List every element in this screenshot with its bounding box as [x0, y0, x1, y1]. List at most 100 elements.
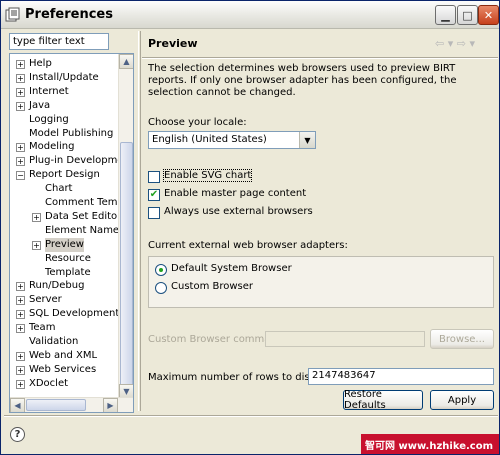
expand-icon[interactable]: + — [32, 212, 41, 222]
expand-icon[interactable]: + — [16, 351, 25, 361]
radio-default-label: Default System Browser — [171, 263, 292, 274]
tree-item[interactable]: + Run/Debug — [10, 279, 118, 293]
scroll-down-icon: ▼ — [123, 387, 130, 396]
tree-item[interactable]: Logging — [10, 113, 118, 127]
filter-input[interactable] — [9, 33, 109, 50]
expand-icon[interactable]: + — [16, 324, 25, 334]
page-description: The selection determines web browsers us… — [148, 63, 457, 98]
tree-item[interactable]: Resource — [10, 252, 118, 266]
collapse-icon[interactable]: − — [16, 171, 25, 181]
expand-icon[interactable]: + — [16, 60, 25, 69]
eclipse-icon — [5, 7, 20, 22]
expand-icon[interactable]: + — [16, 365, 25, 375]
adapters-label: Current external web browser adapters: — [148, 240, 348, 251]
tree-item[interactable]: + Web Services — [10, 363, 118, 377]
locale-value: English (United States) — [152, 134, 267, 145]
minimize-button[interactable]: ▁ — [435, 5, 456, 25]
expand-icon[interactable]: + — [16, 157, 25, 167]
scroll-right-icon: ▶ — [107, 401, 114, 410]
custom-command-input[interactable] — [265, 331, 425, 347]
apply-button[interactable]: Apply — [430, 390, 494, 410]
page-title: Preview — [148, 37, 198, 50]
tree-item[interactable]: Comment Templa — [10, 196, 133, 210]
expand-icon[interactable]: + — [16, 73, 25, 83]
tree-item[interactable]: + Help — [10, 57, 118, 71]
max-rows-input[interactable]: 2147483647 — [308, 368, 494, 385]
tree-horizontal-scrollbar[interactable]: ◀ ▶ — [10, 397, 133, 412]
checkbox-icon[interactable] — [148, 171, 160, 183]
tree-item-label: Modeling — [29, 141, 75, 153]
chevron-down-icon[interactable]: ▼ — [299, 132, 315, 148]
help-icon[interactable]: ? — [10, 427, 25, 442]
history-nav: ⇦ ▾ ⇨ ▾ — [435, 37, 475, 50]
checkbox-icon[interactable] — [148, 207, 160, 219]
max-rows-label: Maximum number of rows to display: — [148, 372, 334, 383]
tree-item[interactable]: + Java — [10, 99, 118, 113]
tree-item[interactable]: + Modeling — [10, 140, 118, 154]
tree-item[interactable]: Element Names — [10, 224, 124, 238]
tree-item[interactable]: Chart — [10, 182, 118, 196]
tree-item-label: Java — [29, 99, 51, 111]
restore-defaults-button[interactable]: Restore Defaults — [343, 389, 423, 411]
pane-sash[interactable] — [138, 31, 141, 411]
tree-item[interactable]: + Team — [10, 321, 118, 335]
locale-select[interactable]: English (United States) ▼ — [148, 131, 316, 149]
tree-item[interactable]: + Internet — [10, 85, 118, 99]
expand-icon[interactable]: + — [16, 379, 25, 389]
tree-item[interactable]: + Install/Update — [10, 71, 118, 85]
enable-master-label: Enable master page content — [164, 188, 307, 199]
radio-custom-label: Custom Browser — [171, 281, 254, 292]
expand-icon[interactable]: + — [16, 143, 25, 153]
expand-icon[interactable]: + — [16, 310, 25, 320]
maximize-button[interactable]: □ — [457, 5, 478, 25]
tree-item-label: Chart — [45, 183, 73, 195]
expand-icon[interactable]: + — [32, 240, 41, 250]
tree-item[interactable]: + XDoclet — [10, 377, 118, 391]
tree-item[interactable]: + Web and XML — [10, 349, 118, 363]
scroll-left-button[interactable]: ◀ — [10, 398, 25, 412]
tree-item[interactable]: + SQL Development — [10, 307, 119, 321]
preferences-window: Preferences ▁ □ ✕ + Help + Install/Update + I… — [0, 0, 500, 455]
tree-vertical-scrollbar[interactable]: ▲ ▼ — [118, 54, 133, 399]
preference-tree: + Help + Install/Update + Internet + Java Loggin… — [9, 53, 134, 413]
tree-item[interactable]: + Data Set Editor — [10, 210, 122, 224]
tree-item-label: Data Set Editor — [45, 210, 122, 222]
expand-icon[interactable]: + — [16, 296, 25, 306]
tree-item[interactable]: + Preview — [10, 237, 118, 252]
tree-item-label: Web and XML — [29, 349, 98, 361]
radio-icon[interactable] — [155, 282, 167, 294]
tree-item-label: Server — [29, 294, 62, 306]
tree-item[interactable]: − Report Design — [10, 168, 118, 182]
tree-item-label: Web Services — [29, 363, 97, 375]
scroll-left-icon: ◀ — [14, 401, 21, 410]
browse-button[interactable]: Browse... — [430, 329, 494, 349]
tree-item-label: Help — [29, 58, 52, 69]
watermark-banner: 智可网 www.hzhike.com — [361, 434, 499, 454]
tree-item[interactable]: + Server — [10, 293, 118, 307]
expand-icon[interactable]: + — [16, 101, 25, 111]
tree-item-label: Model Publishing — [29, 127, 114, 139]
tree-item-label: Preview — [45, 237, 84, 252]
forward-arrow-icon[interactable]: ⇨ ▾ — [457, 37, 475, 50]
radio-icon[interactable] — [155, 264, 167, 276]
checkbox-icon[interactable]: ✔ — [148, 189, 160, 201]
tree-item[interactable]: Validation — [10, 335, 118, 349]
scroll-right-button[interactable]: ▶ — [103, 398, 118, 412]
bottom-divider — [4, 415, 498, 417]
close-button[interactable]: ✕ — [478, 5, 499, 25]
tree-item-label: Internet — [29, 85, 69, 97]
h-scroll-thumb[interactable] — [26, 399, 86, 411]
tree-item-label: Logging — [29, 113, 69, 125]
tree-item-label: Install/Update — [29, 71, 99, 83]
tree-item[interactable]: + Plug-in Development — [10, 154, 133, 168]
expand-icon[interactable]: + — [16, 282, 25, 292]
tree-item[interactable]: Model Publishing — [10, 127, 118, 141]
enable-svg-label: Enable SVG chart — [162, 169, 253, 182]
tree-item-label: XDoclet — [29, 377, 69, 389]
tree-item[interactable]: Template — [10, 266, 118, 280]
scroll-thumb[interactable] — [120, 142, 133, 392]
tree-item-label: Validation — [29, 336, 79, 347]
expand-icon[interactable]: + — [16, 87, 25, 97]
back-arrow-icon[interactable]: ⇦ ▾ — [435, 37, 453, 50]
scroll-up-button[interactable]: ▲ — [119, 54, 133, 69]
